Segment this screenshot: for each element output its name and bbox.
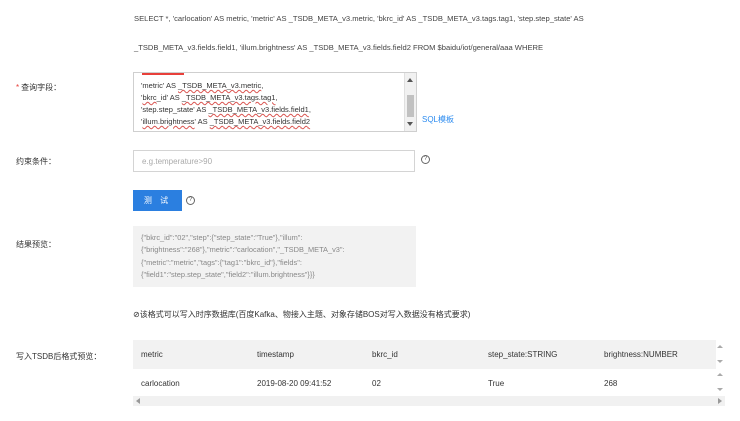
- query-line-4: 'illum.brightness' AS _TSDB_META_v3.fiel…: [141, 117, 311, 126]
- query-field-label-text: 查询字段：: [21, 83, 62, 92]
- sql-preview-line-2: _TSDB_META_v3.fields.field1, 'illum.brig…: [134, 43, 544, 52]
- result-preview-line: {"bkrc_id":"02","step":{"step_state":"Tr…: [141, 233, 303, 242]
- cell-metric: carlocation: [141, 379, 180, 388]
- scroll-up-arrow-icon[interactable]: [407, 78, 413, 82]
- cell-brightness: 268: [604, 379, 618, 388]
- error-indicator-bar: [142, 73, 184, 75]
- query-field-textarea[interactable]: 'metric' AS _TSDB_META_v3.metric, 'bkrc_…: [133, 72, 417, 132]
- scroll-up-arrow-icon[interactable]: [717, 373, 723, 376]
- scroll-right-arrow-icon[interactable]: [718, 398, 722, 404]
- cell-timestamp: 2019-08-20 09:41:52: [257, 379, 332, 388]
- result-preview-line: {"metric":"metric","tags":{"tag1":"bkrc_…: [141, 257, 302, 267]
- sql-preview-line-1: SELECT *, 'carlocation' AS metric, 'metr…: [134, 14, 584, 23]
- row-vertical-scroll[interactable]: [716, 369, 725, 396]
- table-horizontal-scrollbar[interactable]: [133, 396, 725, 406]
- query-line-1: 'metric' AS _TSDB_META_v3.metric,: [141, 81, 264, 90]
- constraint-input-wrapper[interactable]: [133, 150, 415, 172]
- result-preview-label: 结果预览：: [16, 240, 56, 249]
- test-button[interactable]: 测 试: [133, 190, 182, 211]
- table-header-row: metric timestamp bkrc_id step_state:STRI…: [133, 340, 725, 396]
- result-preview-box: {"bkrc_id":"02","step":{"step_state":"Tr…: [133, 226, 416, 287]
- query-line-2: 'bkrc_id' AS _TSDB_META_v3.tags.tag1,: [141, 93, 278, 102]
- scroll-down-arrow-icon[interactable]: [717, 360, 723, 363]
- cell-bkrc-id: 02: [372, 379, 381, 388]
- scroll-left-arrow-icon[interactable]: [136, 398, 140, 404]
- scroll-down-arrow-icon[interactable]: [407, 122, 413, 126]
- query-field-label: * 查询字段：: [16, 82, 61, 93]
- column-header-timestamp: timestamp: [257, 350, 294, 359]
- column-header-metric: metric: [141, 350, 163, 359]
- test-help-icon[interactable]: ?: [186, 196, 195, 205]
- scroll-up-arrow-icon[interactable]: [717, 345, 723, 348]
- column-header-brightness: brightness:NUMBER: [604, 350, 678, 359]
- query-line-3: 'step.step_state' AS _TSDB_META_v3.field…: [141, 105, 311, 114]
- constraint-input[interactable]: [134, 151, 414, 171]
- scroll-down-arrow-icon[interactable]: [717, 388, 723, 391]
- constraint-label: 约束条件：: [16, 157, 56, 166]
- constraint-help-icon[interactable]: ?: [421, 155, 430, 164]
- scrollbar-thumb[interactable]: [407, 95, 414, 117]
- cell-step-state: True: [488, 379, 505, 388]
- tsdb-preview-label: 写入TSDB后格式预览：: [16, 352, 102, 361]
- format-note: ⊘该格式可以写入时序数据库(百度Kafka、物接入主题、对象存储BOS对写入数据…: [133, 310, 471, 319]
- result-preview-line: {"field1":"step.step_state","field2":"il…: [141, 270, 315, 280]
- sql-template-link[interactable]: SQL模板: [422, 114, 454, 125]
- column-header-bkrc-id: bkrc_id: [372, 350, 398, 359]
- required-mark: *: [16, 83, 20, 92]
- table-row: carlocation 2019-08-20 09:41:52 02 True …: [133, 369, 725, 398]
- column-header-step-state: step_state:STRING: [488, 350, 558, 359]
- textarea-scrollbar[interactable]: [404, 73, 416, 131]
- result-preview-line: {"brightness":"268"},"metric":"carlocati…: [141, 245, 345, 255]
